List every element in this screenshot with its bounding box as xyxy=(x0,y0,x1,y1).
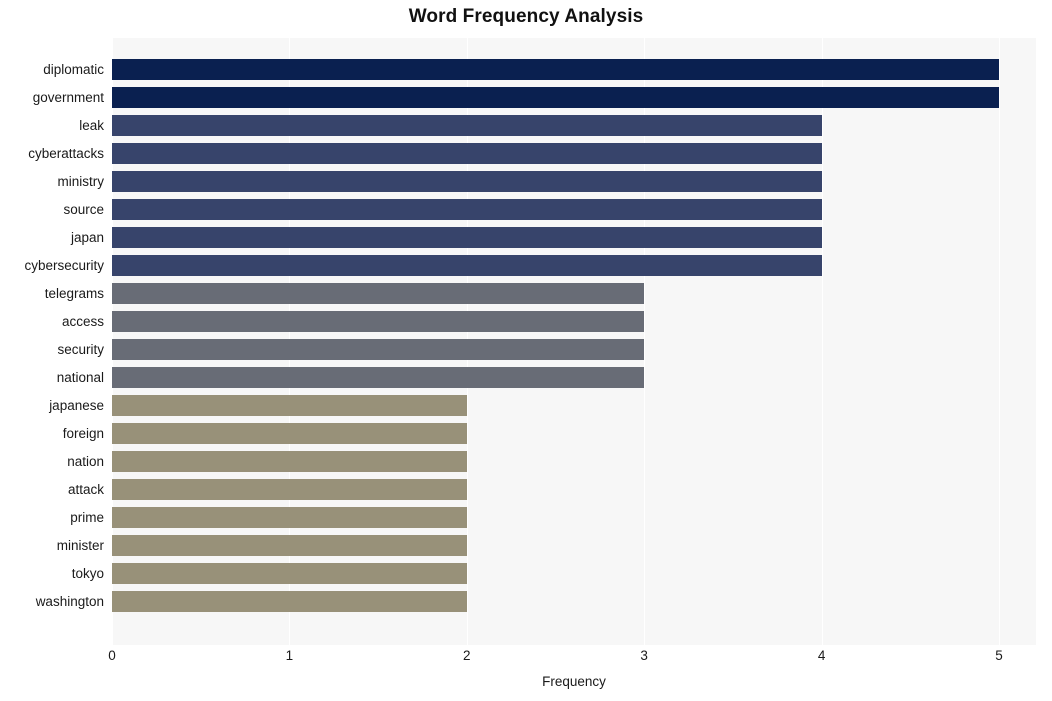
y-tick-label-telegrams: telegrams xyxy=(44,286,104,301)
x-tick-label-5: 5 xyxy=(995,648,1003,663)
bar-foreign[interactable] xyxy=(112,423,467,444)
y-tick-label-cyberattacks: cyberattacks xyxy=(28,146,104,161)
x-tick-label-1: 1 xyxy=(285,648,294,663)
y-tick-label-leak: leak xyxy=(79,118,104,133)
bar-row xyxy=(112,87,1036,108)
bar-security[interactable] xyxy=(112,339,645,360)
bar-ministry[interactable] xyxy=(112,171,822,192)
y-tick-label-ministry: ministry xyxy=(57,174,105,189)
x-tick-label-4: 4 xyxy=(817,648,826,663)
bar-prime[interactable] xyxy=(112,507,467,528)
bar-national[interactable] xyxy=(112,367,645,388)
bar-row xyxy=(112,395,1036,416)
bar-japanese[interactable] xyxy=(112,395,467,416)
bar-row xyxy=(112,339,1036,360)
y-tick-label-minister: minister xyxy=(56,538,104,553)
y-tick-label-diplomatic: diplomatic xyxy=(43,62,104,77)
y-tick-label-cybersecurity: cybersecurity xyxy=(24,258,104,273)
x-tick-label-2: 2 xyxy=(463,648,471,663)
y-tick-label-japan: japan xyxy=(70,230,104,245)
y-tick-label-access: access xyxy=(61,314,104,329)
bar-row xyxy=(112,367,1036,388)
bar-minister[interactable] xyxy=(112,535,467,556)
y-axis-labels: diplomatic government leak cyberattacks mini… xyxy=(0,38,104,645)
x-axis-ticks: 0 1 2 3 4 5 xyxy=(108,648,1036,670)
bar-row xyxy=(112,143,1036,164)
y-tick-label-government: government xyxy=(32,90,104,105)
bar-access[interactable] xyxy=(112,311,645,332)
bar-row xyxy=(112,507,1036,528)
y-tick-label-washington: washington xyxy=(35,594,104,609)
bar-row xyxy=(112,199,1036,220)
bar-japan[interactable] xyxy=(112,227,822,248)
bar-row xyxy=(112,255,1036,276)
bar-row xyxy=(112,535,1036,556)
bar-cyberattacks[interactable] xyxy=(112,143,822,164)
bar-row xyxy=(112,563,1036,584)
y-tick-label-attack: attack xyxy=(67,482,104,497)
bar-washington[interactable] xyxy=(112,591,467,612)
y-tick-label-source: source xyxy=(63,202,104,217)
word-frequency-chart: Word Frequency Analysis diplomatic govern… xyxy=(0,0,1052,701)
chart-title: Word Frequency Analysis xyxy=(408,6,644,27)
x-tick-label-0: 0 xyxy=(108,648,116,663)
bar-attack[interactable] xyxy=(112,479,467,500)
y-tick-label-nation: nation xyxy=(67,454,104,469)
x-axis-label: Frequency xyxy=(542,674,606,689)
bar-cybersecurity[interactable] xyxy=(112,255,822,276)
bar-tokyo[interactable] xyxy=(112,563,467,584)
plot-area xyxy=(112,38,1036,645)
bar-row xyxy=(112,479,1036,500)
bar-diplomatic[interactable] xyxy=(112,59,999,80)
y-tick-label-tokyo: tokyo xyxy=(71,566,104,581)
bar-source[interactable] xyxy=(112,199,822,220)
bar-leak[interactable] xyxy=(112,115,822,136)
bar-row xyxy=(112,311,1036,332)
bar-row xyxy=(112,451,1036,472)
bar-row xyxy=(112,59,1036,80)
y-tick-label-foreign: foreign xyxy=(62,426,104,441)
y-tick-label-security: security xyxy=(57,342,104,357)
bar-row xyxy=(112,283,1036,304)
bar-row xyxy=(112,423,1036,444)
y-tick-label-national: national xyxy=(56,370,104,385)
bar-row xyxy=(112,591,1036,612)
bar-row xyxy=(112,115,1036,136)
bar-nation[interactable] xyxy=(112,451,467,472)
bar-government[interactable] xyxy=(112,87,999,108)
bar-row xyxy=(112,171,1036,192)
y-tick-label-japanese: japanese xyxy=(49,398,104,413)
bar-row xyxy=(112,227,1036,248)
bar-telegrams[interactable] xyxy=(112,283,645,304)
y-tick-label-prime: prime xyxy=(70,510,104,525)
x-tick-label-3: 3 xyxy=(640,648,648,663)
